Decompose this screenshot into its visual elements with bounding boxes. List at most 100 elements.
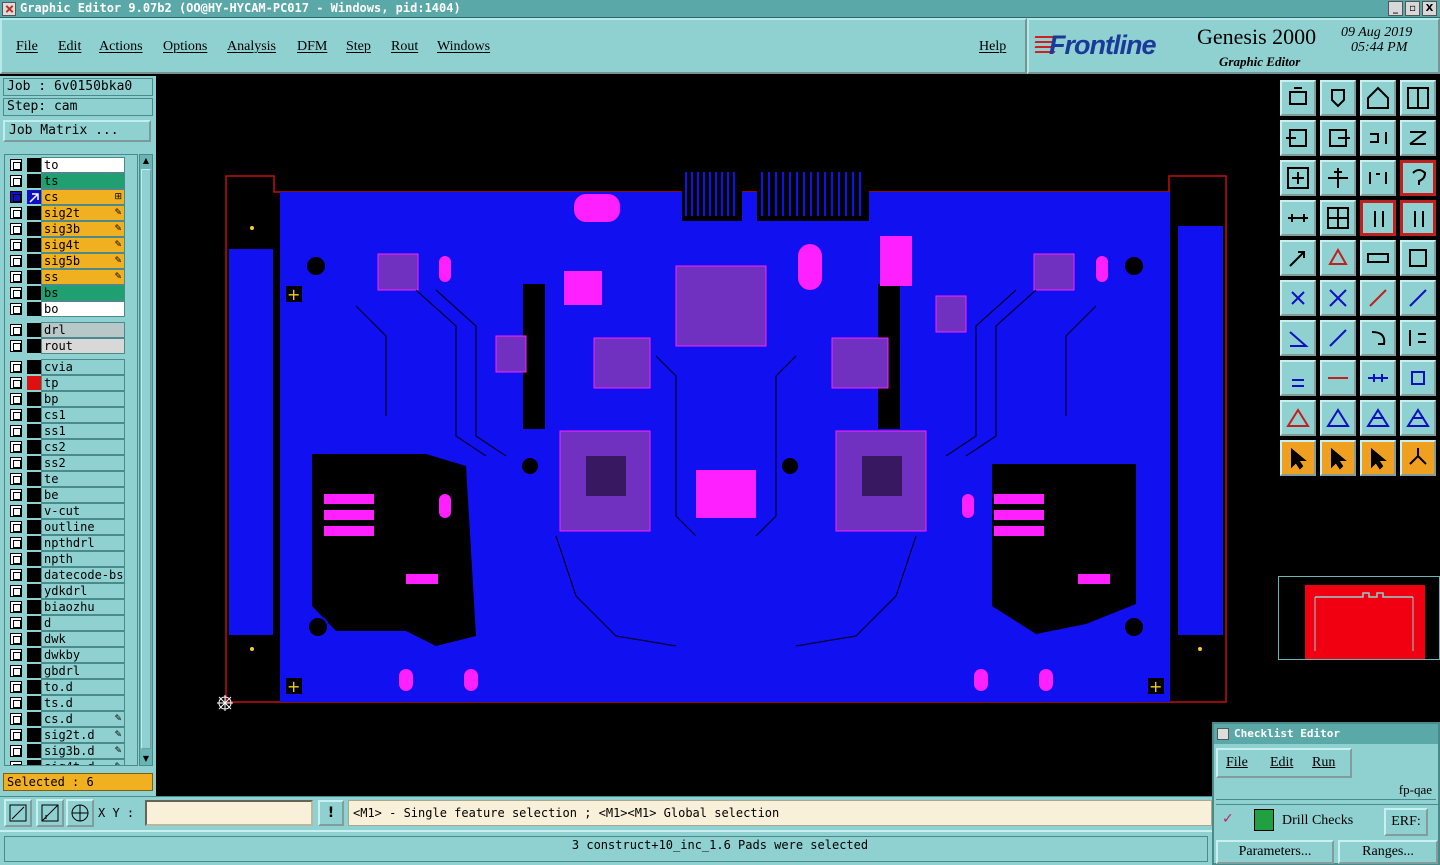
layer-checkbox[interactable] [10, 303, 22, 315]
menu-actions[interactable]: Actions [99, 39, 143, 55]
layer-row[interactable]: rout [5, 338, 137, 354]
layer-row[interactable]: cs2 [5, 439, 137, 455]
overview-map[interactable] [1278, 576, 1440, 660]
undo-icon[interactable] [1360, 120, 1396, 156]
pad-icon[interactable] [1320, 240, 1356, 276]
layer-scrollbar[interactable]: ▲ ▼ [139, 154, 153, 766]
angle-icon[interactable] [1280, 320, 1316, 356]
layer-checkbox[interactable] [10, 505, 22, 517]
layer-row[interactable]: npth [5, 551, 137, 567]
layer-row[interactable]: sig2t.d ✎ [5, 727, 137, 743]
erf-button[interactable]: ERF: [1384, 808, 1428, 836]
layer-row[interactable]: bs [5, 285, 137, 301]
redo-icon[interactable] [1400, 120, 1436, 156]
measure-tool-icon[interactable] [36, 799, 64, 827]
layer-row[interactable]: cs ⊞ [5, 189, 137, 205]
layer-row[interactable]: to.d [5, 679, 137, 695]
route-icon[interactable] [1400, 280, 1436, 316]
point-icon[interactable] [1280, 360, 1316, 396]
layer-row[interactable]: ss2 [5, 455, 137, 471]
layer-checkbox[interactable] [10, 617, 22, 629]
checklist-app-icon[interactable] [1217, 728, 1229, 740]
shapes-icon[interactable] [1400, 360, 1436, 396]
layer-checkbox[interactable] [10, 361, 22, 373]
flip-icon[interactable] [1400, 320, 1436, 356]
menu-file[interactable]: File [16, 39, 38, 55]
layer-checkbox[interactable] [10, 441, 22, 453]
layer-checkbox[interactable] [10, 271, 22, 283]
layer-list[interactable]: to ts cs ⊞ sig2t ✎ sig3b ✎ sig4t ✎ sig5b ✎ ss ✎ bs bo dr… [4, 154, 138, 766]
grid-icon[interactable] [1320, 200, 1356, 236]
layer-checkbox[interactable] [10, 585, 22, 597]
zoom-center-icon[interactable] [1320, 160, 1356, 196]
layer-checkbox[interactable] [10, 255, 22, 267]
net-icon[interactable] [1400, 440, 1436, 476]
layer-checkbox[interactable] [10, 761, 22, 765]
layer-row[interactable]: cvia [5, 359, 137, 375]
measure-icon[interactable] [1360, 240, 1396, 276]
layer-checkbox[interactable] [10, 473, 22, 485]
warning-button[interactable]: ! [318, 800, 344, 826]
checklist-menu-edit[interactable]: Edit [1270, 755, 1293, 771]
cross-icon[interactable] [1320, 280, 1356, 316]
open-job-icon[interactable] [1280, 80, 1316, 116]
menu-dfm[interactable]: DFM [297, 39, 327, 55]
graphic-canvas[interactable]: + + + [156, 76, 1276, 796]
parameters-button[interactable]: Parameters... [1216, 840, 1334, 864]
layer-row[interactable]: sig4t.d✎ [5, 759, 137, 765]
layer-row[interactable]: cs1 [5, 407, 137, 423]
layers-icon[interactable] [1360, 200, 1396, 236]
app-icon[interactable] [2, 2, 16, 16]
grid-snap-icon[interactable] [66, 799, 94, 827]
layer-checkbox[interactable] [10, 239, 22, 251]
layer-checkbox[interactable] [10, 633, 22, 645]
check-mark-icon[interactable]: ✓ [1222, 811, 1234, 827]
layer-row[interactable]: te [5, 471, 137, 487]
layer-checkbox[interactable] [10, 489, 22, 501]
connect-icon[interactable] [1280, 280, 1316, 316]
layer-checkbox[interactable] [10, 393, 22, 405]
arc-icon[interactable] [1360, 320, 1396, 356]
layer-row[interactable]: biaozhu [5, 599, 137, 615]
layer-checkbox[interactable] [10, 665, 22, 677]
layer-row[interactable]: sig5b ✎ [5, 253, 137, 269]
layer-row[interactable]: sig4t ✎ [5, 237, 137, 253]
layer-checkbox[interactable] [10, 191, 22, 203]
ratio-icon[interactable] [1360, 160, 1396, 196]
layer-checkbox[interactable] [10, 649, 22, 661]
layer-checkbox[interactable] [10, 159, 22, 171]
line-icon[interactable] [1360, 280, 1396, 316]
checklist-menu-run[interactable]: Run [1312, 755, 1335, 771]
layer-row[interactable]: ydkdrl [5, 583, 137, 599]
job-matrix-button[interactable]: Job Matrix ... [3, 120, 151, 142]
layer-checkbox[interactable] [10, 553, 22, 565]
save-icon[interactable] [1320, 80, 1356, 116]
menu-options[interactable]: Options [163, 39, 207, 55]
pointer-box-icon[interactable] [1320, 440, 1356, 476]
maximize-button[interactable]: ▫ [1405, 1, 1420, 16]
layer-row[interactable]: be [5, 487, 137, 503]
layer-checkbox[interactable] [10, 745, 22, 757]
join-icon[interactable] [1320, 360, 1356, 396]
select-icon[interactable] [1280, 240, 1316, 276]
layer-checkbox[interactable] [10, 223, 22, 235]
layer-row[interactable]: bo [5, 301, 137, 317]
layer-row[interactable]: ss1 [5, 423, 137, 439]
scroll-up-icon[interactable]: ▲ [140, 155, 152, 167]
layer-checkbox[interactable] [10, 324, 22, 336]
layer-row[interactable]: gbdrl [5, 663, 137, 679]
scroll-thumb[interactable] [141, 169, 151, 749]
pointer-alt-icon[interactable] [1360, 440, 1396, 476]
slash-icon[interactable] [1320, 320, 1356, 356]
layer-checkbox[interactable] [10, 425, 22, 437]
layer-row[interactable]: to [5, 157, 137, 173]
menu-help[interactable]: Help [979, 39, 1006, 55]
zoom-box-icon[interactable] [4, 799, 32, 827]
layer-row[interactable]: cs.d ✎ [5, 711, 137, 727]
pointer-icon[interactable] [1280, 440, 1316, 476]
layer-row[interactable]: drl [5, 322, 137, 338]
layer-row[interactable]: outline [5, 519, 137, 535]
layer-checkbox[interactable] [10, 377, 22, 389]
layer-checkbox[interactable] [10, 537, 22, 549]
layer-checkbox[interactable] [10, 457, 22, 469]
